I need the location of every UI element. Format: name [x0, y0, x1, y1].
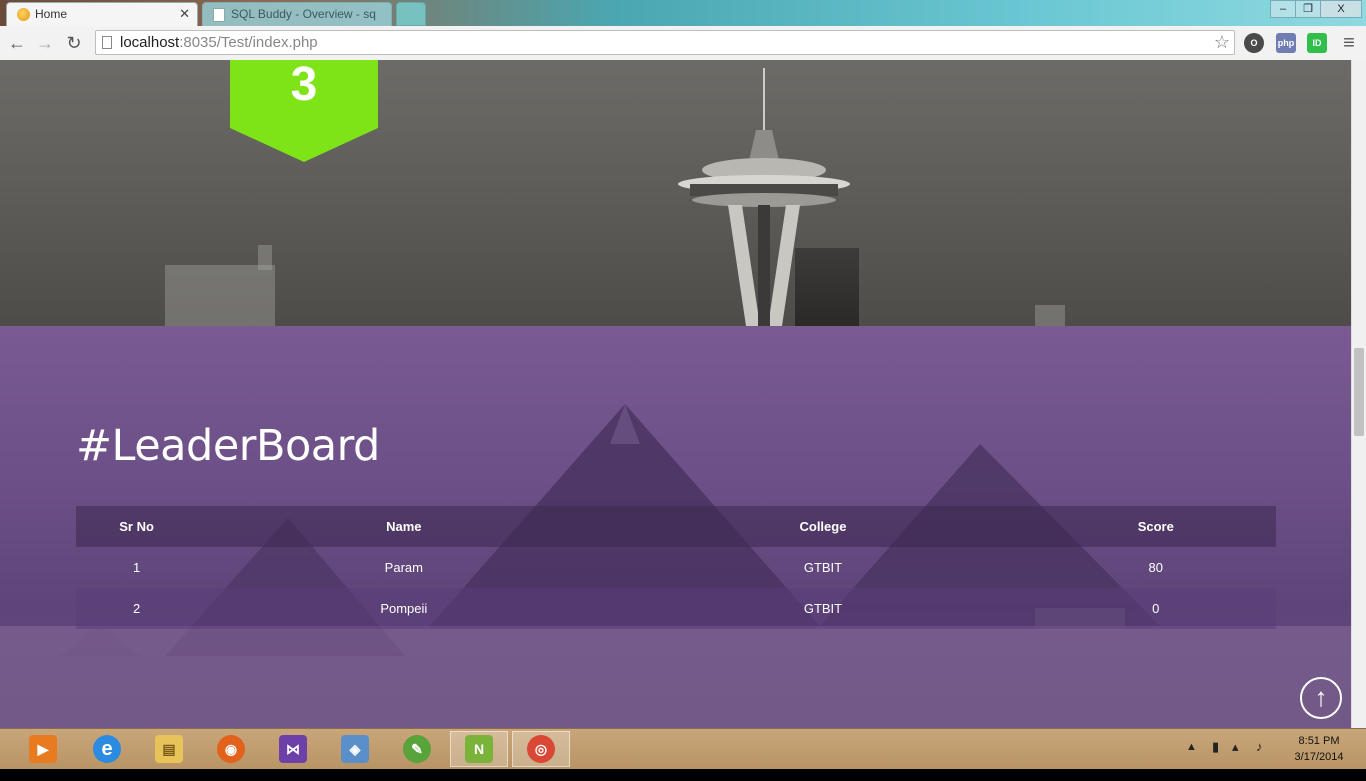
table-row: 1 Param GTBIT 80 [76, 547, 1276, 588]
leaderboard-table: Sr No Name College Score 1 Param GTBIT 8… [76, 506, 1276, 629]
tab-sql-buddy[interactable]: SQL Buddy - Overview - sq [202, 2, 392, 26]
evernote-taskbar-button[interactable]: ✎ [388, 731, 446, 767]
dark-building [795, 248, 859, 326]
minimize-button[interactable]: ‒ [1270, 0, 1296, 18]
home-favicon-icon [17, 8, 30, 21]
bookmark-star-icon[interactable]: ☆ [1214, 31, 1230, 54]
system-clock[interactable]: 8:51 PM 3/17/2014 [1282, 733, 1356, 765]
close-window-button[interactable]: X [1320, 0, 1362, 18]
address-bar[interactable]: localhost:8035/Test/index.php ☆ [95, 30, 1235, 55]
file-explorer-icon: ▤ [155, 735, 183, 763]
file-explorer-taskbar-button[interactable]: ▤ [140, 731, 198, 767]
opera-icon[interactable]: O [1244, 33, 1264, 53]
page-favicon-icon [213, 8, 225, 22]
notepad-plus-icon: N [465, 735, 493, 763]
internet-explorer-taskbar-button[interactable]: e [78, 731, 136, 767]
chrome-icon: ◎ [527, 735, 555, 763]
media-player-icon: ▶ [29, 735, 57, 763]
firefox-icon: ◉ [217, 735, 245, 763]
background-building [165, 265, 275, 326]
table-row: 2 Pompeii GTBIT 0 [76, 588, 1276, 629]
back-icon[interactable]: ← [6, 32, 28, 54]
visual-studio-icon: ⋈ [279, 735, 307, 763]
hero-section: 3 [0, 60, 1351, 326]
visual-studio-taskbar-button[interactable]: ⋈ [264, 731, 322, 767]
close-tab-icon[interactable]: ✕ [179, 3, 190, 25]
internet-explorer-icon: e [93, 735, 121, 763]
virtualbox-taskbar-button[interactable]: ◈ [326, 731, 384, 767]
css3-badge-icon: 3 [230, 60, 378, 162]
column-header-college: College [610, 506, 1036, 547]
forward-icon[interactable]: → [34, 32, 56, 54]
cell-college: GTBIT [610, 588, 1036, 629]
column-header-score: Score [1035, 506, 1276, 547]
background-dome [1035, 305, 1065, 326]
tab-title: Home [35, 7, 68, 21]
windows-taskbar: ▶ e ▤ ◉ ⋈ ◈ ✎ N ◎ ▲ ▮ ▴ ♪ 8:51 PM 3/17/2… [0, 728, 1366, 769]
browser-tab-strip: Home ✕ SQL Buddy - Overview - sq ‒ ❐ X [0, 0, 1366, 26]
php-icon[interactable]: php [1276, 33, 1296, 53]
background-flag [258, 245, 272, 270]
chrome-menu-icon[interactable]: ≡ [1338, 32, 1360, 54]
cell-score: 0 [1035, 588, 1276, 629]
evernote-icon: ✎ [403, 735, 431, 763]
desert-ground [0, 626, 1351, 728]
page-scrollbar[interactable] [1351, 60, 1366, 728]
leaderboard-title: #LeaderBoard [76, 420, 380, 471]
url-text: localhost:8035/Test/index.php [120, 34, 318, 51]
cell-name: Param [384, 560, 423, 575]
new-tab-button[interactable] [396, 2, 426, 26]
clock-date: 3/17/2014 [1294, 751, 1344, 763]
cell-sr-no: 2 [76, 588, 198, 629]
leaderboard-section: #LeaderBoard Sr No Name College Score 1 … [0, 326, 1351, 728]
table-header-row: Sr No Name College Score [76, 506, 1276, 547]
page-icon [102, 36, 112, 49]
cell-score: 80 [1148, 560, 1163, 575]
maximize-button[interactable]: ❐ [1295, 0, 1321, 18]
tab-title: SQL Buddy - Overview - sq [231, 7, 376, 21]
svg-text:3: 3 [291, 60, 318, 111]
notepad-plus-taskbar-button[interactable]: N [450, 731, 508, 767]
scrollbar-thumb[interactable] [1354, 348, 1364, 436]
id-icon[interactable]: ID [1307, 33, 1327, 53]
browser-toolbar: ← → ↻ localhost:8035/Test/index.php ☆ O … [0, 26, 1366, 61]
cell-name: Pompeii [197, 588, 611, 629]
media-player-taskbar-button[interactable]: ▶ [14, 731, 72, 767]
column-header-sr-no: Sr No [76, 506, 198, 547]
back-to-top-button[interactable]: ↑ [1300, 677, 1342, 719]
virtualbox-icon: ◈ [341, 735, 369, 763]
volume-icon[interactable]: ♪ [1256, 739, 1263, 779]
show-hidden-icons-button[interactable]: ▲ [1186, 741, 1197, 781]
clock-time: 8:51 PM [1298, 735, 1340, 747]
network-icon[interactable]: ▴ [1232, 739, 1239, 779]
battery-icon[interactable]: ▮ [1212, 739, 1219, 779]
column-header-name: Name [197, 506, 611, 547]
cell-sr-no: 1 [132, 560, 141, 575]
reload-icon[interactable]: ↻ [63, 32, 85, 54]
page-viewport: 3 #LeaderBoard Sr No Name College Score [0, 60, 1351, 728]
firefox-taskbar-button[interactable]: ◉ [202, 731, 260, 767]
chrome-taskbar-button[interactable]: ◎ [512, 731, 570, 767]
cell-college: GTBIT [803, 560, 843, 575]
tab-home[interactable]: Home ✕ [6, 2, 198, 26]
